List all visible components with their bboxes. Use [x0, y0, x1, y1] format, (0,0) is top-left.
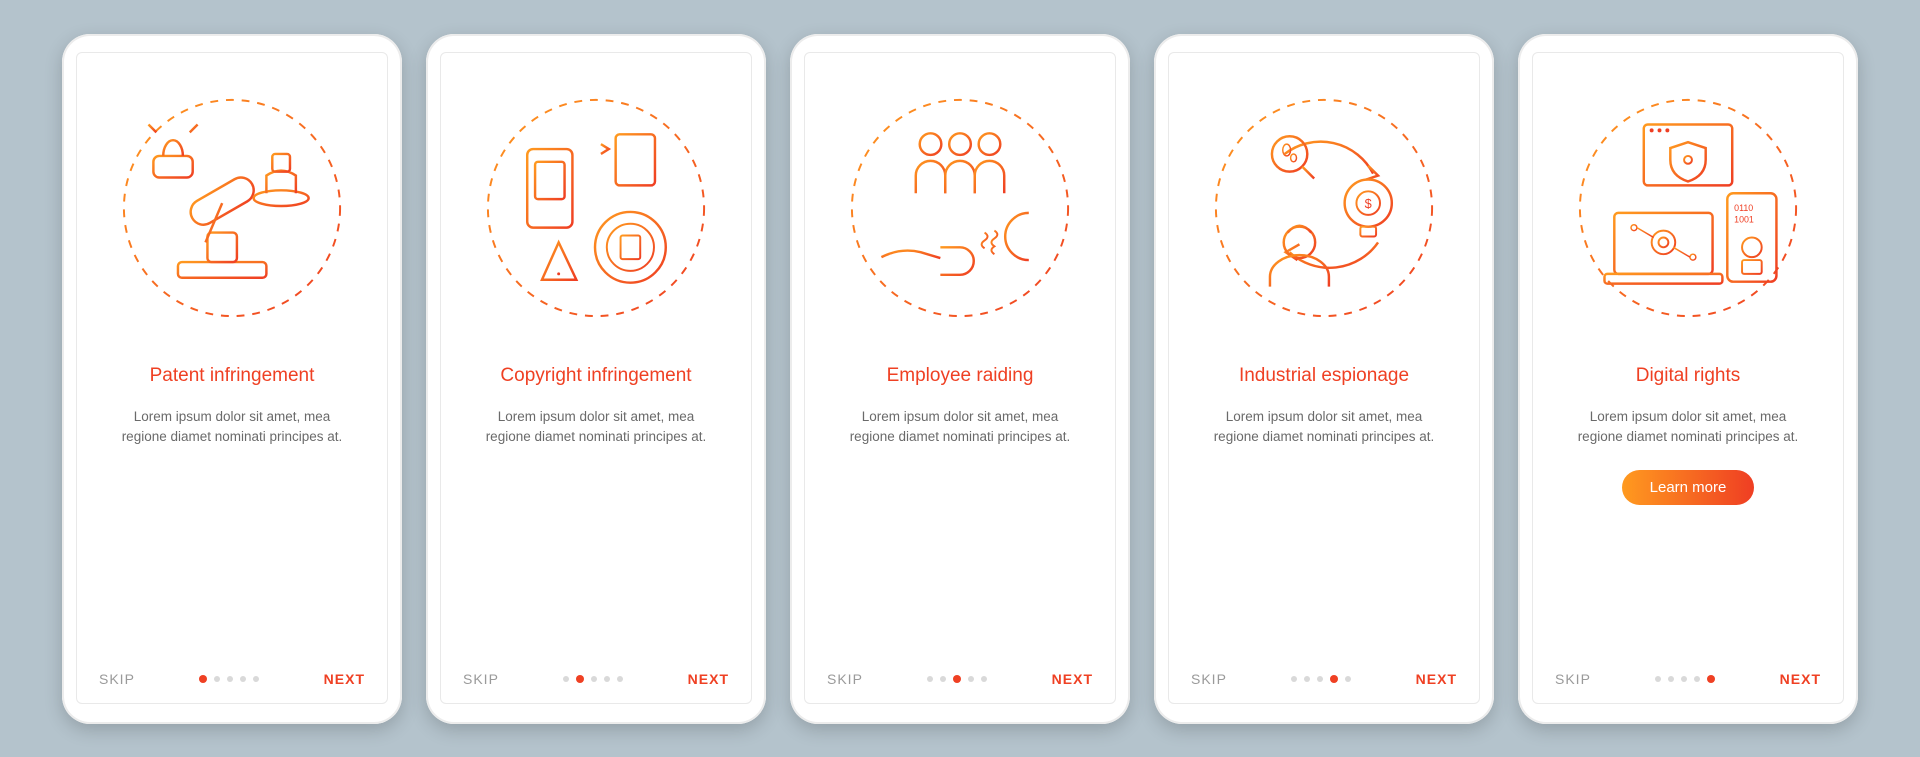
- phone-frame: 0110 1001 Digital rights Lorem ipsum dol…: [1518, 34, 1858, 724]
- phone-frame: Patent infringement Lorem ipsum dolor si…: [62, 34, 402, 724]
- page-dot: [227, 676, 233, 682]
- page-dot: [1681, 676, 1687, 682]
- page-dot: [953, 675, 961, 683]
- page-indicator: [927, 675, 987, 683]
- page-dot: [1707, 675, 1715, 683]
- page-indicator: [1291, 675, 1351, 683]
- next-button[interactable]: NEXT: [1052, 671, 1093, 687]
- onboarding-screen: Copyright infringement Lorem ipsum dolor…: [440, 52, 752, 704]
- onboarding-body: Lorem ipsum dolor sit amet, mea regione …: [1191, 407, 1457, 449]
- svg-text:0110: 0110: [1734, 202, 1753, 212]
- skip-button[interactable]: SKIP: [1555, 671, 1591, 687]
- onboarding-body: Lorem ipsum dolor sit amet, mea regione …: [827, 407, 1093, 449]
- onboarding-screen: $ Industrial espionage Lorem ipsum dolor…: [1168, 52, 1480, 704]
- phone-frame: Copyright infringement Lorem ipsum dolor…: [426, 34, 766, 724]
- onboarding-footer: SKIP NEXT: [1191, 671, 1457, 687]
- onboarding-title: Industrial espionage: [1233, 353, 1415, 399]
- onboarding-body: Lorem ipsum dolor sit amet, mea regione …: [1555, 407, 1821, 449]
- copyright-target-warning-icon: [481, 93, 711, 323]
- patent-gavel-stamp-icon: [117, 93, 347, 323]
- digital-shield-laptop-icon: 0110 1001: [1573, 93, 1803, 323]
- page-dot: [576, 675, 584, 683]
- page-dot: [1694, 676, 1700, 682]
- page-dot: [240, 676, 246, 682]
- page-dot: [940, 676, 946, 682]
- onboarding-body: Lorem ipsum dolor sit amet, mea regione …: [99, 407, 365, 449]
- onboarding-screen: Employee raiding Lorem ipsum dolor sit a…: [804, 52, 1116, 704]
- onboarding-title: Digital rights: [1630, 353, 1747, 399]
- page-dot: [981, 676, 987, 682]
- skip-button[interactable]: SKIP: [463, 671, 499, 687]
- page-dot: [199, 675, 207, 683]
- page-dot: [563, 676, 569, 682]
- page-dot: [1291, 676, 1297, 682]
- next-button[interactable]: NEXT: [1416, 671, 1457, 687]
- skip-button[interactable]: SKIP: [827, 671, 863, 687]
- page-dot: [927, 676, 933, 682]
- page-dot: [968, 676, 974, 682]
- onboarding-footer: SKIP NEXT: [1555, 671, 1821, 687]
- learn-more-button[interactable]: Learn more: [1622, 470, 1755, 505]
- onboarding-title: Copyright infringement: [494, 353, 697, 399]
- page-dot: [1668, 676, 1674, 682]
- page-dot: [1655, 676, 1661, 682]
- next-button[interactable]: NEXT: [688, 671, 729, 687]
- onboarding-title: Employee raiding: [881, 353, 1040, 399]
- page-dot: [617, 676, 623, 682]
- page-dot: [591, 676, 597, 682]
- page-dot: [253, 676, 259, 682]
- onboarding-screen: Patent infringement Lorem ipsum dolor si…: [76, 52, 388, 704]
- page-dot: [604, 676, 610, 682]
- phone-frame: $ Industrial espionage Lorem ipsum dolor…: [1154, 34, 1494, 724]
- svg-text:1001: 1001: [1734, 214, 1754, 224]
- page-dot: [1345, 676, 1351, 682]
- page-dot: [1330, 675, 1338, 683]
- onboarding-footer: SKIP NEXT: [99, 671, 365, 687]
- spy-idea-money-icon: $: [1209, 93, 1439, 323]
- onboarding-footer: SKIP NEXT: [827, 671, 1093, 687]
- onboarding-screen: 0110 1001 Digital rights Lorem ipsum dol…: [1532, 52, 1844, 704]
- skip-button[interactable]: SKIP: [1191, 671, 1227, 687]
- svg-text:$: $: [1365, 196, 1372, 211]
- page-dot: [214, 676, 220, 682]
- page-dot: [1317, 676, 1323, 682]
- onboarding-footer: SKIP NEXT: [463, 671, 729, 687]
- phone-frame: Employee raiding Lorem ipsum dolor sit a…: [790, 34, 1130, 724]
- next-button[interactable]: NEXT: [1780, 671, 1821, 687]
- page-indicator: [563, 675, 623, 683]
- page-dot: [1304, 676, 1310, 682]
- next-button[interactable]: NEXT: [324, 671, 365, 687]
- page-indicator: [1655, 675, 1715, 683]
- skip-button[interactable]: SKIP: [99, 671, 135, 687]
- onboarding-body: Lorem ipsum dolor sit amet, mea regione …: [463, 407, 729, 449]
- onboarding-title: Patent infringement: [144, 353, 321, 399]
- page-indicator: [199, 675, 259, 683]
- employee-magnet-icon: [845, 93, 1075, 323]
